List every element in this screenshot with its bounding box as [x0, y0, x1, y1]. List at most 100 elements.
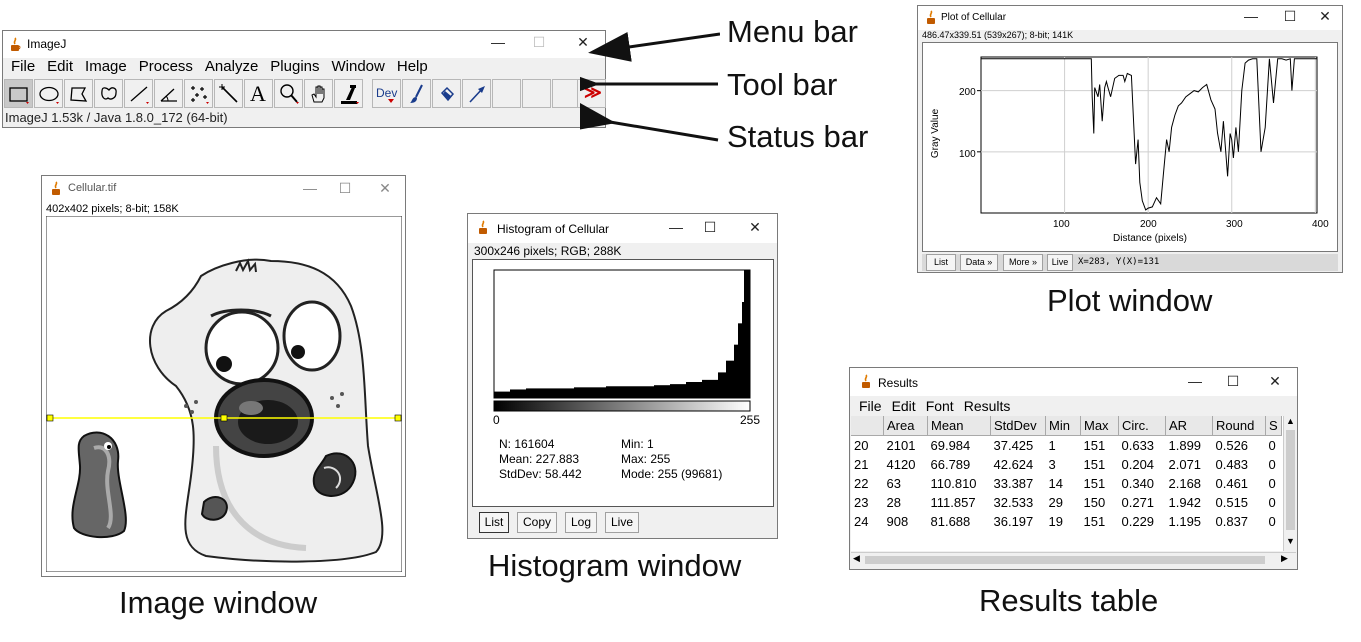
table-cell: 66.789: [930, 457, 971, 472]
freehand-tool[interactable]: [94, 79, 123, 108]
list-button[interactable]: List: [479, 512, 509, 533]
close-icon[interactable]: ✕: [1315, 8, 1335, 25]
scrolling-tool[interactable]: [304, 79, 333, 108]
table-row[interactable]: 23 28 111.857 32.533 29 150 0.271 1.942 0.515 0: [851, 493, 1281, 512]
window-title: Plot of Cellular: [941, 12, 1007, 23]
menu-plugins[interactable]: Plugins: [270, 58, 319, 75]
table-cell: 0.515: [1215, 495, 1249, 510]
close-icon[interactable]: ✕: [745, 219, 765, 236]
flood-fill-tool[interactable]: [432, 79, 461, 108]
column-header[interactable]: [851, 416, 884, 436]
wand-tool[interactable]: [214, 79, 243, 108]
magnifier-icon: [280, 84, 299, 104]
menu-help[interactable]: Help: [397, 58, 428, 75]
column-header[interactable]: Max: [1080, 416, 1119, 436]
scroll-thumb[interactable]: [865, 556, 1265, 564]
menu-results[interactable]: Results: [964, 398, 1011, 414]
table-cell: 150: [1083, 495, 1106, 510]
table-cell: 0.204: [1121, 457, 1155, 472]
oval-tool[interactable]: [34, 79, 63, 108]
minimize-icon[interactable]: —: [488, 34, 508, 50]
dev-menu-tool[interactable]: Dev: [372, 79, 401, 108]
close-icon[interactable]: ✕: [1265, 373, 1285, 390]
menu-analyze[interactable]: Analyze: [205, 58, 258, 75]
angle-tool[interactable]: [154, 79, 183, 108]
image-canvas[interactable]: [46, 216, 402, 572]
table-cell: 22: [854, 476, 869, 491]
minimize-icon[interactable]: —: [1185, 373, 1205, 389]
plot-coords: X=283, Y(X)=131: [1078, 257, 1160, 267]
text-icon: A: [250, 81, 266, 106]
table-cell: 0.633: [1121, 438, 1155, 453]
histogram-bar: [670, 384, 686, 398]
column-header[interactable]: Circ.: [1118, 416, 1166, 436]
line-tool[interactable]: [124, 79, 153, 108]
scroll-thumb[interactable]: [1286, 430, 1295, 530]
menu-file[interactable]: File: [11, 58, 35, 75]
scroll-down-icon[interactable]: ▼: [1286, 536, 1295, 546]
more-button[interactable]: More »: [1003, 254, 1043, 271]
live-button[interactable]: Live: [1047, 254, 1073, 271]
polygon-tool[interactable]: [64, 79, 93, 108]
table-row[interactable]: 24 908 81.688 36.197 19 151 0.229 1.195 0.837 0: [851, 512, 1281, 531]
angle-icon: [160, 88, 177, 102]
java-cup-icon: [52, 181, 60, 195]
table-cell: 69.984: [930, 438, 971, 453]
maximize-icon[interactable]: ☐: [1223, 373, 1243, 390]
copy-button[interactable]: Copy: [517, 512, 557, 533]
menu-font[interactable]: Font: [926, 398, 954, 414]
table-row[interactable]: 22 63 110.810 33.387 14 151 0.340 2.168 0.461 0: [851, 474, 1281, 493]
wand-icon: [219, 84, 238, 103]
table-cell: 0: [1268, 476, 1276, 491]
text-tool[interactable]: A: [244, 79, 273, 108]
scroll-right-icon[interactable]: ▶: [1281, 553, 1288, 564]
column-header[interactable]: StdDev: [990, 416, 1046, 436]
maximize-icon[interactable]: ☐: [335, 180, 355, 197]
maximize-icon[interactable]: ☐: [529, 34, 549, 51]
maximize-icon[interactable]: ☐: [1280, 8, 1300, 25]
live-button[interactable]: Live: [605, 512, 639, 533]
table-cell: 2.071: [1168, 457, 1202, 472]
stat-min: Min: 1: [621, 437, 654, 451]
menu-process[interactable]: Process: [139, 58, 193, 75]
table-row[interactable]: 20 2101 69.984 37.425 1 151 0.633 1.899 0.526 0: [851, 436, 1281, 456]
magnifier-tool[interactable]: [274, 79, 303, 108]
close-icon[interactable]: ✕: [375, 180, 395, 197]
vesicle: [200, 496, 228, 521]
minimize-icon[interactable]: —: [1241, 8, 1261, 24]
column-header[interactable]: Min: [1045, 416, 1081, 436]
histogram-bar: [686, 382, 702, 398]
vertical-scrollbar[interactable]: ▲ ▼: [1283, 416, 1297, 551]
column-header[interactable]: S: [1265, 416, 1282, 436]
menu-edit[interactable]: Edit: [47, 58, 73, 75]
minimize-icon[interactable]: —: [300, 180, 320, 196]
menu-file[interactable]: File: [859, 398, 882, 414]
minimize-icon[interactable]: —: [666, 219, 686, 235]
table-cell: 0.461: [1215, 476, 1249, 491]
column-header[interactable]: Round: [1212, 416, 1266, 436]
arrow-tool[interactable]: [462, 79, 491, 108]
horizontal-scrollbar[interactable]: ◀ ▶: [851, 552, 1296, 567]
column-header[interactable]: AR: [1165, 416, 1213, 436]
menu-image[interactable]: Image: [85, 58, 127, 75]
menu-window[interactable]: Window: [332, 58, 385, 75]
scroll-up-icon[interactable]: ▲: [1286, 416, 1295, 426]
table-row[interactable]: 21 4120 66.789 42.624 3 151 0.204 2.071 0.483 0: [851, 455, 1281, 474]
data-button[interactable]: Data »: [960, 254, 998, 271]
title-bar: Results — ☐ ✕: [850, 368, 1297, 396]
column-header[interactable]: Mean: [927, 416, 991, 436]
column-header[interactable]: Area: [883, 416, 928, 436]
color-picker-tool[interactable]: [334, 79, 363, 108]
title-bar: Histogram of Cellular — ☐ ✕: [468, 214, 777, 243]
results-menu-bar: File Edit Font Results: [859, 398, 1010, 414]
menu-edit[interactable]: Edit: [892, 398, 916, 414]
maximize-icon[interactable]: ☐: [700, 219, 720, 236]
log-button[interactable]: Log: [565, 512, 597, 533]
brush-tool[interactable]: [402, 79, 431, 108]
table-cell: 0: [1268, 514, 1276, 529]
multi-point-tool[interactable]: [184, 79, 213, 108]
list-button[interactable]: List: [926, 254, 956, 271]
plot-panel: Gray Value Distance (pixels) 100 200 300…: [922, 42, 1338, 252]
scroll-left-icon[interactable]: ◀: [853, 553, 860, 564]
rectangle-tool[interactable]: [4, 79, 33, 108]
